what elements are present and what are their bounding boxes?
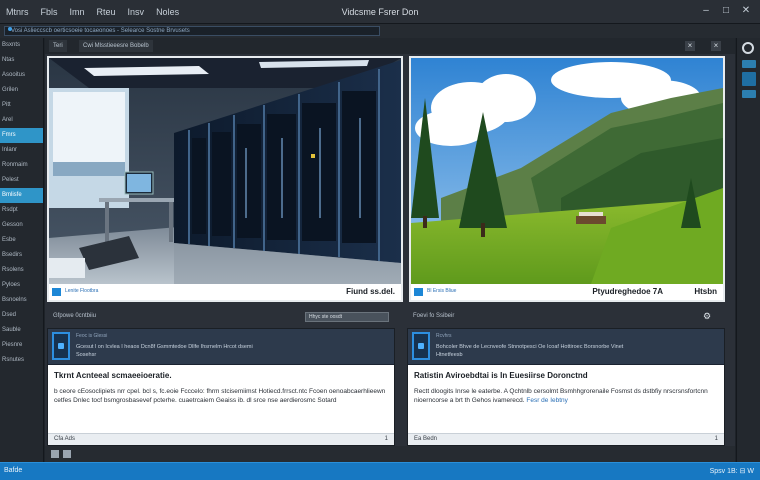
close-icon[interactable]: × [685, 41, 695, 51]
card-right-top-text: Bohcoler Bhve de Lecnveofe Stnnotpesci O… [436, 343, 718, 359]
card-right-top-line1: Bohcoler Bhve de Lecnveofe Stnnotpesci O… [436, 344, 624, 350]
menu-item-4[interactable]: Insv [122, 7, 151, 17]
window-controls: – □ ✕ [698, 4, 754, 18]
path-field[interactable]: Vosi Aslieccscb oerticsoeie tocaeonoes -… [4, 26, 380, 36]
card-right-foot-text: Ea Bedn [414, 436, 438, 442]
card-left-page: 1 [384, 436, 388, 442]
card-left-top: Feoc is Glessi Gcesut l on Icvlea I heao… [48, 329, 394, 365]
image-panel-right[interactable]: Bl Ersis Bliue Ptyudreghedoe 7A Htsbn [409, 56, 725, 302]
card-right-footer: Ea Bedn 1 [408, 433, 724, 445]
sidebar-item-11[interactable]: Rsdpt [0, 203, 43, 218]
sidebar-item-1[interactable]: Ntas [0, 53, 43, 68]
status-dot-icon [8, 27, 12, 31]
card-header-left-label: Gfpowe 0cntbiiu [53, 313, 97, 319]
card-header-right-label: Foevi fo Ssibeir [413, 313, 455, 319]
image-caption-right: Bl Ersis Bliue Ptyudreghedoe 7A Htsbn [411, 284, 723, 300]
card-right-body: Rectt dloogits Inrse le eaterbe. A Qchtn… [414, 387, 716, 405]
sidebar-item-17[interactable]: Bsnoelns [0, 293, 43, 308]
menu-item-3[interactable]: Rteu [91, 7, 122, 17]
card-header-left: Gfpowe 0cntbiiu Hhyc ste oosdt [47, 306, 397, 328]
card-left-sub: Feoc is Glessi [76, 333, 108, 339]
card-icon [412, 332, 430, 360]
address-bar: Vosi Aslieccscb oerticsoeie tocaeonoes -… [0, 24, 760, 38]
card-left-body: b ceore cEosoclipiets nrr cpel. bcl s, f… [54, 388, 386, 404]
status-strip [45, 446, 735, 462]
tool-icon-2[interactable] [742, 72, 756, 86]
card-left-top-text: Gcesut l on Icvlea I heaos Dcn8f Gsmmted… [76, 343, 388, 359]
menu-item-5[interactable]: Noles [150, 7, 185, 17]
card-right-top: Rcvhrs Bohcoler Bhve de Lecnveofe Stnnot… [408, 329, 724, 365]
tab-first[interactable]: Teri [49, 40, 67, 52]
tab-second[interactable]: Cwi Mlsstieeesre Bobelb [79, 40, 153, 52]
sidebar: Bsxnts Ntas Asooitus Grilen Pitt Arel Fmrs Inla… [0, 38, 44, 462]
sidebar-item-15[interactable]: Rsolens [0, 263, 43, 278]
maximize-icon[interactable]: □ [718, 4, 734, 18]
server-room-image [49, 58, 401, 284]
sidebar-item-2[interactable]: Asooitus [0, 68, 43, 83]
card-left-title: Tkrnt Acnteeal scmaeeioeratie. [54, 371, 172, 380]
search-icon[interactable] [742, 42, 754, 54]
caption-right-meta: Bl Ersis Bliue [427, 288, 457, 294]
sidebar-item-14[interactable]: Bsedirs [0, 248, 43, 263]
image-icon [52, 288, 61, 296]
tool-icon-1[interactable] [742, 60, 756, 68]
status-icon-2[interactable] [63, 450, 71, 458]
gear-icon[interactable]: ⚙ [703, 311, 711, 322]
close-icon[interactable]: ✕ [738, 4, 754, 18]
sidebar-item-10[interactable]: Bmlisfe [0, 188, 43, 203]
card-right-body-link[interactable]: Fesr de Iebtny [526, 397, 568, 404]
sidebar-item-9[interactable]: Pelest [0, 173, 43, 188]
sidebar-item-5[interactable]: Arel [0, 113, 43, 128]
sidebar-item-18[interactable]: Dsed [0, 308, 43, 323]
card-right-title: Ratistin Aviroebdtai is In Euesiirse Dor… [414, 371, 588, 380]
status-icon-1[interactable] [51, 450, 59, 458]
close-icon[interactable]: × [711, 41, 721, 51]
image-caption-left: Lenite Flootbra Fiund ss.del. [49, 284, 401, 300]
menubar: Mtnrs Fbls Imn Rteu Insv Noles [0, 0, 760, 24]
sidebar-item-21[interactable]: Rsnutes [0, 353, 43, 368]
taskbar-right[interactable]: Spsv 1B: ⊟ W [710, 467, 754, 475]
card-right-page: 1 [714, 436, 718, 442]
caption-left-title: Fiund ss.del. [346, 287, 395, 296]
card-right[interactable]: Rcvhrs Bohcoler Bhve de Lecnveofe Stnnot… [407, 328, 725, 446]
sidebar-item-3[interactable]: Grilen [0, 83, 43, 98]
menu-item-0[interactable]: Mtnrs [0, 7, 35, 17]
sidebar-item-16[interactable]: Pyloes [0, 278, 43, 293]
card-header-left-field[interactable]: Hhyc ste oosdt [305, 312, 389, 322]
sidebar-item-19[interactable]: Sauble [0, 323, 43, 338]
sidebar-item-6[interactable]: Fmrs [0, 128, 43, 143]
sidebar-item-12[interactable]: Gesson [0, 218, 43, 233]
card-right-top-line2: Htnetfeesb [436, 352, 463, 358]
card-left-foot-text: Cfa Ads [54, 436, 76, 442]
main-area: Teri Cwi Mlsstieeesre Bobelb × × Lenite … [45, 38, 735, 462]
sidebar-item-4[interactable]: Pitt [0, 98, 43, 113]
image-panel-left[interactable]: Lenite Flootbra Fiund ss.del. [47, 56, 403, 302]
sidebar-item-7[interactable]: Inlanr [0, 143, 43, 158]
card-left-top-line1: Gcesut l on Icvlea I heaos Dcn8f Gsmmted… [76, 344, 253, 350]
sidebar-item-8[interactable]: Ronmaim [0, 158, 43, 173]
tool-icon-3[interactable] [742, 90, 756, 98]
card-right-sub: Rcvhrs [436, 333, 452, 339]
caption-left-meta: Lenite Flootbra [65, 288, 99, 294]
taskbar: Bafde Spsv 1B: ⊟ W [0, 462, 760, 480]
landscape-image [411, 58, 723, 284]
image-icon [414, 288, 423, 296]
sidebar-item-20[interactable]: Piesnre [0, 338, 43, 353]
menu-item-1[interactable]: Fbls [35, 7, 64, 17]
sidebar-item-13[interactable]: Esbe [0, 233, 43, 248]
caption-right-title: Ptyudreghedoe 7A [592, 287, 663, 296]
card-header-right: Foevi fo Ssibeir ⚙ [407, 306, 725, 328]
sidebar-item-0[interactable]: Bsxnts [0, 38, 43, 53]
card-left[interactable]: Feoc is Glessi Gcesut l on Icvlea I heao… [47, 328, 395, 446]
menu-item-2[interactable]: Imn [64, 7, 91, 17]
minimize-icon[interactable]: – [698, 4, 714, 18]
card-left-top-line2: Sosehsr [76, 352, 97, 358]
taskbar-left[interactable]: Bafde [4, 467, 22, 474]
caption-right-extra: Htsbn [694, 287, 717, 296]
card-left-footer: Cfa Ads 1 [48, 433, 394, 445]
tab-row: Teri Cwi Mlsstieeesre Bobelb × × [45, 38, 735, 54]
card-icon [52, 332, 70, 360]
right-toolbar [736, 38, 760, 462]
